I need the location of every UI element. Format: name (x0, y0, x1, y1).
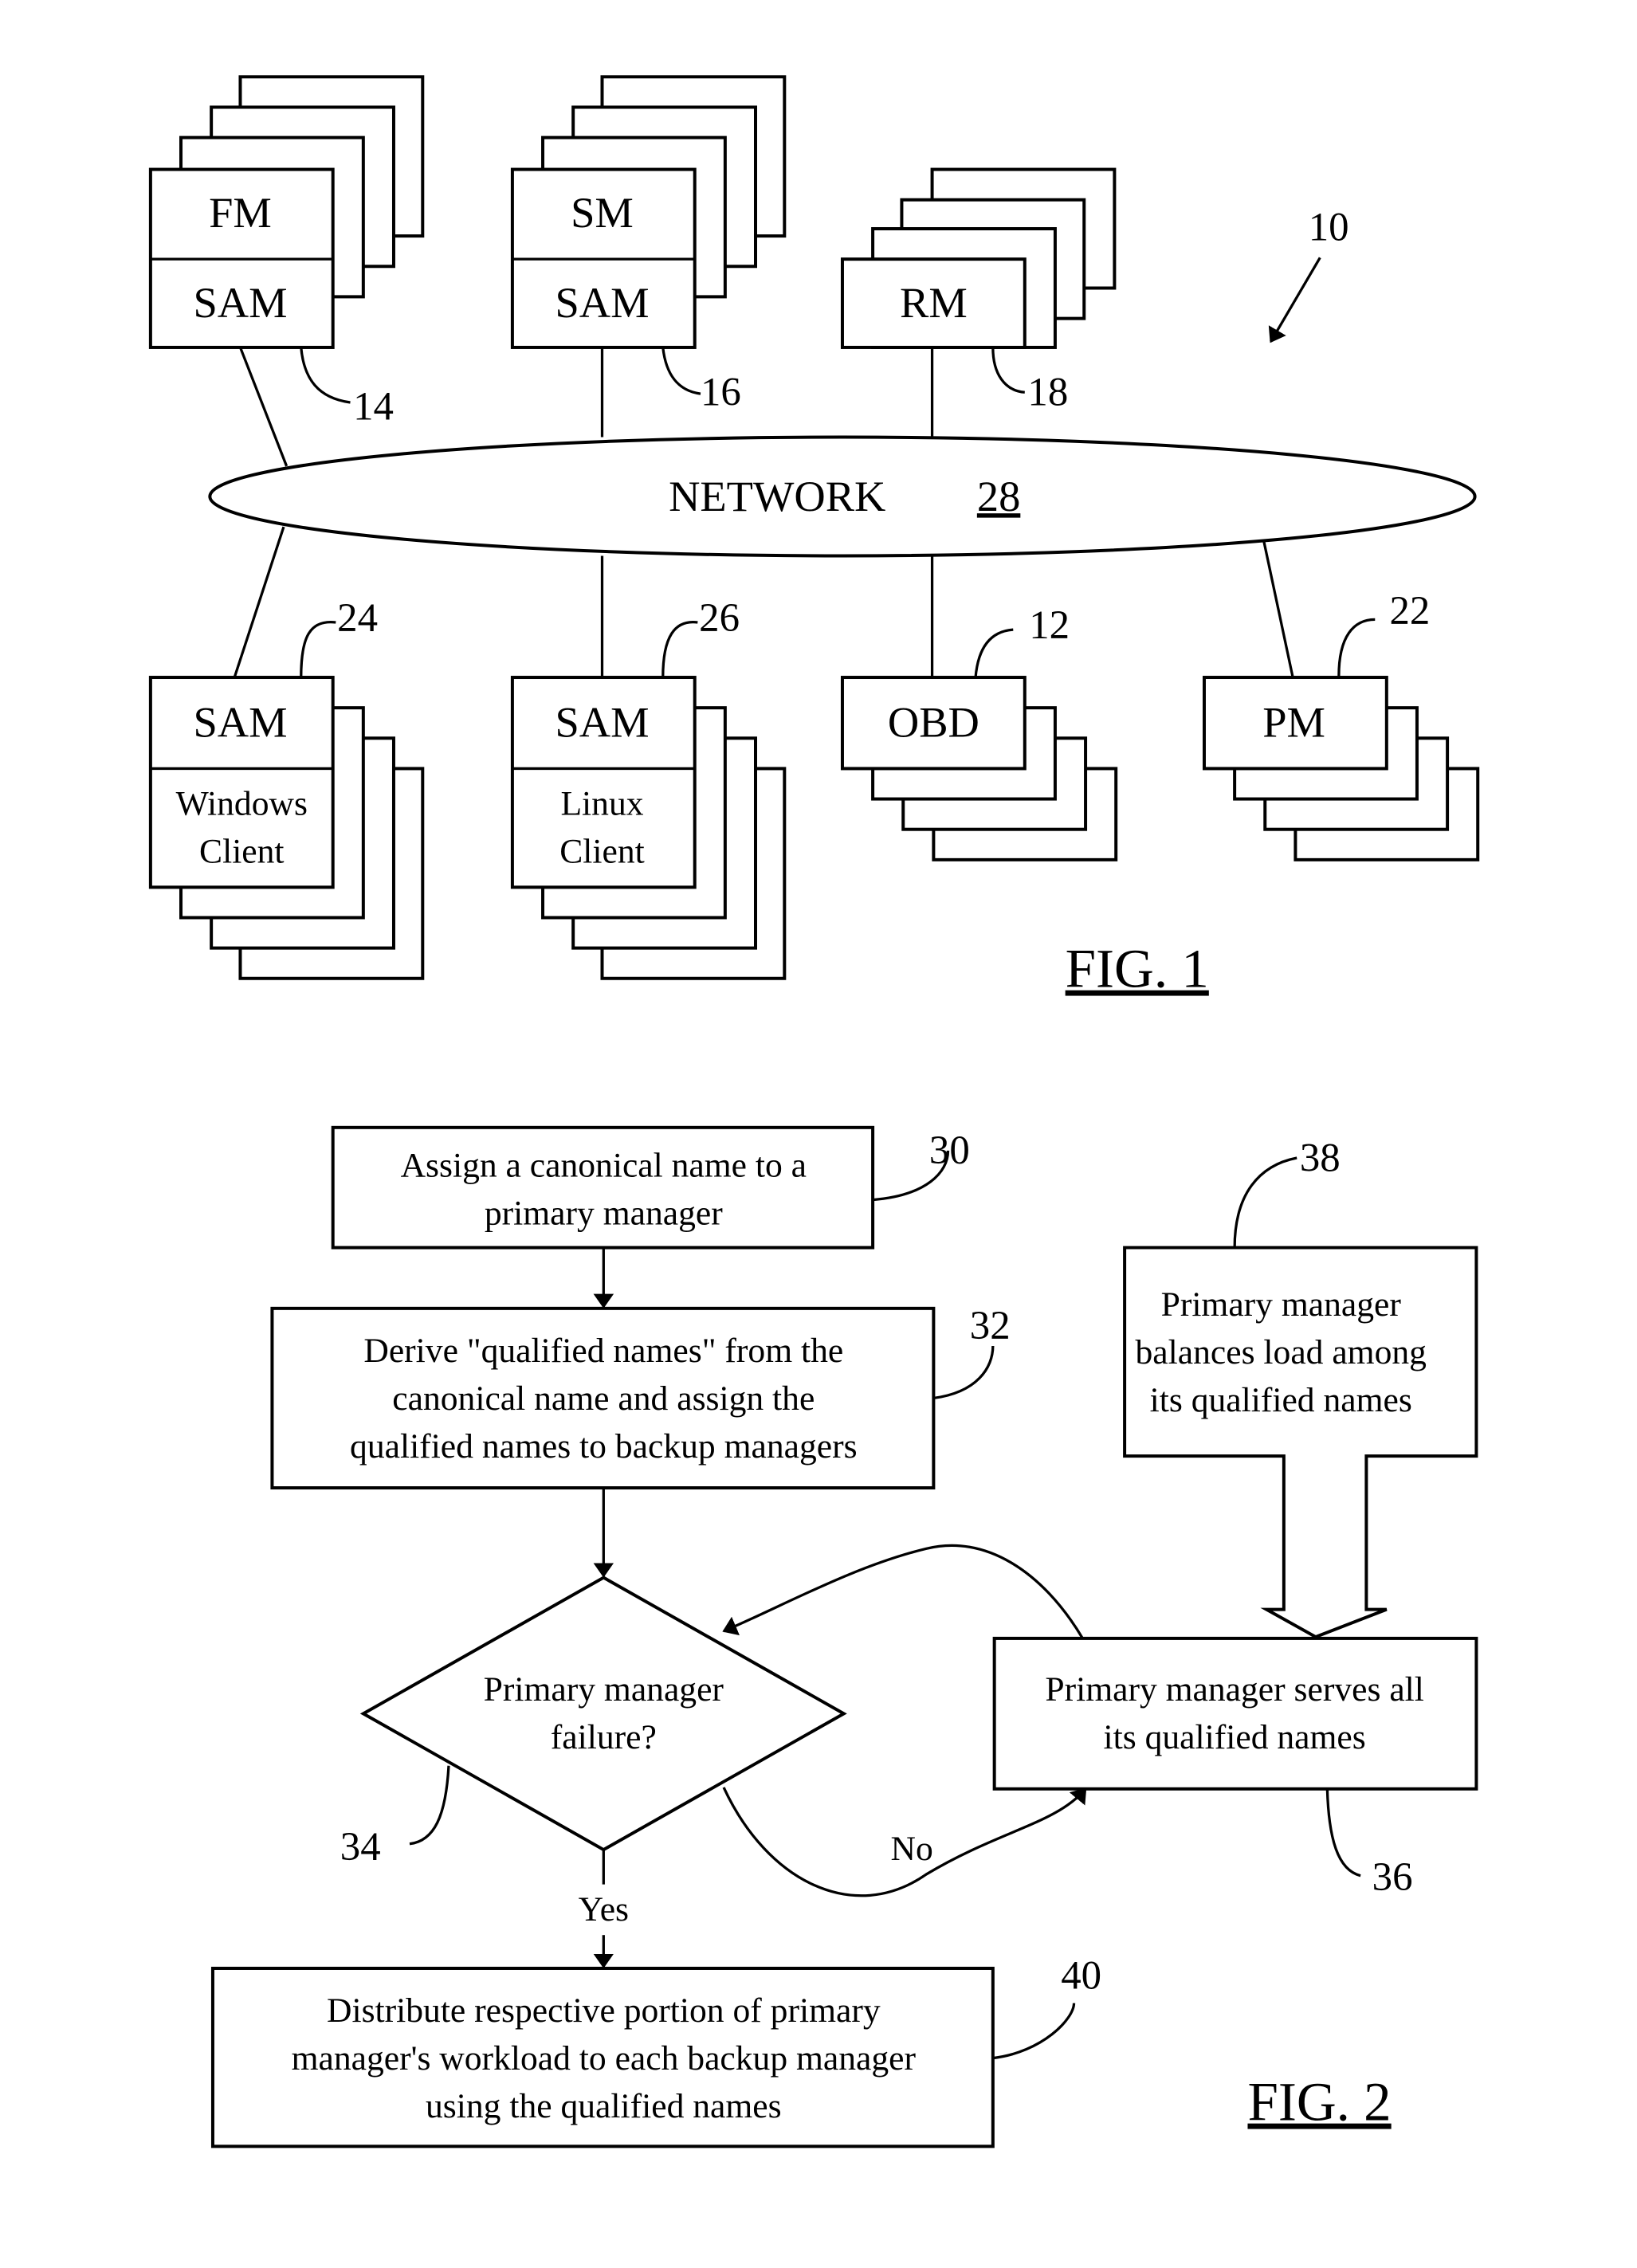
ref-32: 32 (970, 1303, 1011, 1348)
network-ref: 28 (977, 472, 1020, 520)
decision-line1: Primary manager (484, 1670, 724, 1709)
fm-sam-label: SAM (193, 278, 287, 327)
step-40-line2: manager's workload to each backup manage… (292, 2039, 917, 2078)
linux-client-stack: SAM Linux Client 26 (510, 595, 787, 980)
windows-client-stack: SAM Windows Client 24 (148, 595, 425, 980)
windows-sam-label: SAM (193, 697, 287, 746)
linux-client-label: Client (559, 832, 645, 870)
windows-client-label: Client (199, 832, 285, 870)
fm-node-stack: FM SAM 14 (148, 75, 425, 429)
ref-34: 34 (340, 1824, 381, 1869)
linux-sam-label: SAM (555, 697, 649, 746)
obd-stack: OBD 12 (840, 602, 1118, 861)
step-40-line1: Distribute respective portion of primary (327, 1991, 881, 2030)
rm-label: RM (900, 278, 968, 327)
system-arrow (1268, 257, 1321, 343)
fig1-label: FIG. 1 (1066, 939, 1209, 999)
ref-18: 18 (1027, 370, 1068, 414)
ref-38: 38 (1300, 1135, 1341, 1179)
fm-label: FM (209, 188, 272, 237)
step-40-box: Distribute respective portion of primary… (210, 1952, 1101, 2148)
pm-stack: PM 22 (1202, 588, 1480, 861)
step-38-line2: balances load among (1136, 1333, 1427, 1371)
ref-10: 10 (1309, 205, 1349, 249)
step-30-line1: Assign a canonical name to a (401, 1147, 807, 1185)
ref-26: 26 (699, 595, 740, 640)
sm-label: SM (571, 188, 634, 237)
link-windows (233, 526, 285, 678)
no-label: No (891, 1830, 933, 1868)
ref-12: 12 (1029, 602, 1070, 647)
step-32-line1: Derive "qualified names" from the (363, 1332, 843, 1370)
step-40-line3: using the qualified names (426, 2087, 782, 2125)
step-32-box: Derive "qualified names" from the canoni… (270, 1303, 1011, 1490)
loop-arrow (722, 1544, 1084, 1639)
step-38-box: Primary manager balances load among its … (1123, 1135, 1478, 1639)
step-38-line3: its qualified names (1150, 1381, 1412, 1419)
windows-label: Windows (176, 785, 308, 823)
ref-40: 40 (1061, 1952, 1101, 1997)
step-36-line2: its qualified names (1104, 1718, 1366, 1756)
network-ellipse: NETWORK 28 (208, 435, 1477, 558)
link-fm (238, 347, 289, 467)
step-30-line2: primary manager (485, 1195, 723, 1233)
link-pm (1262, 540, 1294, 677)
patent-drawing: FM SAM 14 SM SAM 16 RM 18 10 NETWORK 28 (148, 75, 1480, 2148)
rm-node-stack: RM 18 (840, 167, 1117, 414)
linux-label: Linux (560, 785, 643, 823)
ref-36: 36 (1372, 1854, 1413, 1899)
step-38-line1: Primary manager (1161, 1285, 1402, 1324)
sm-sam-label: SAM (555, 278, 649, 327)
decision-line2: failure? (551, 1718, 657, 1756)
step-36-box: Primary manager serves all its qualified… (992, 1636, 1478, 1899)
ref-22: 22 (1389, 588, 1430, 633)
step-32-line2: canonical name and assign the (392, 1379, 815, 1418)
ref-14: 14 (353, 384, 394, 429)
step-32-line3: qualified names to backup managers (350, 1427, 858, 1466)
yes-label: Yes (579, 1890, 629, 1929)
fig2-label: FIG. 2 (1247, 2072, 1391, 2133)
pm-label: PM (1262, 697, 1325, 746)
ref-16: 16 (701, 370, 741, 414)
ref-24: 24 (337, 595, 378, 640)
sm-node-stack: SM SAM 16 (510, 75, 787, 414)
step-30-box: Assign a canonical name to a primary man… (331, 1125, 970, 1250)
network-label: NETWORK (669, 472, 885, 520)
ref-30: 30 (929, 1128, 970, 1172)
obd-label: OBD (888, 697, 979, 746)
step-36-line1: Primary manager serves all (1045, 1670, 1424, 1709)
decision-34-diamond: Primary manager failure? 34 (340, 1575, 847, 1869)
